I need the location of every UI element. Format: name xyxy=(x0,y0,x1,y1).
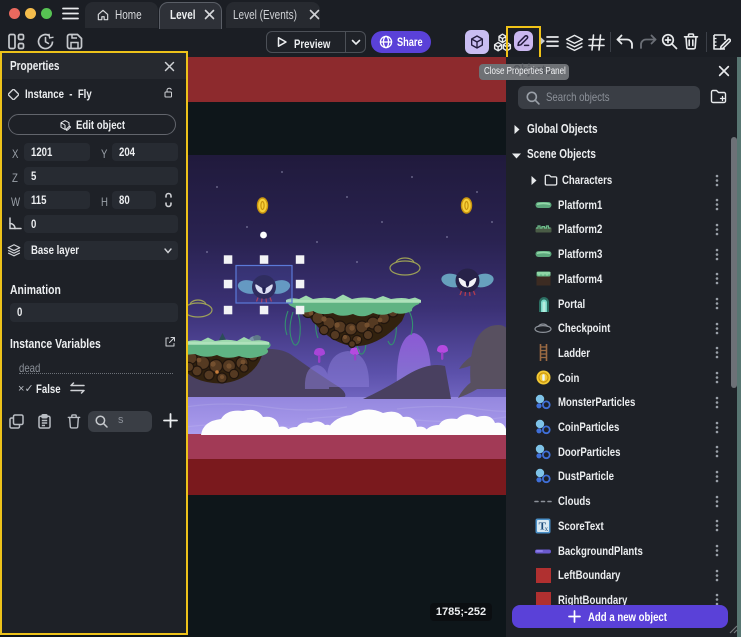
svg-text:x: x xyxy=(545,525,549,533)
